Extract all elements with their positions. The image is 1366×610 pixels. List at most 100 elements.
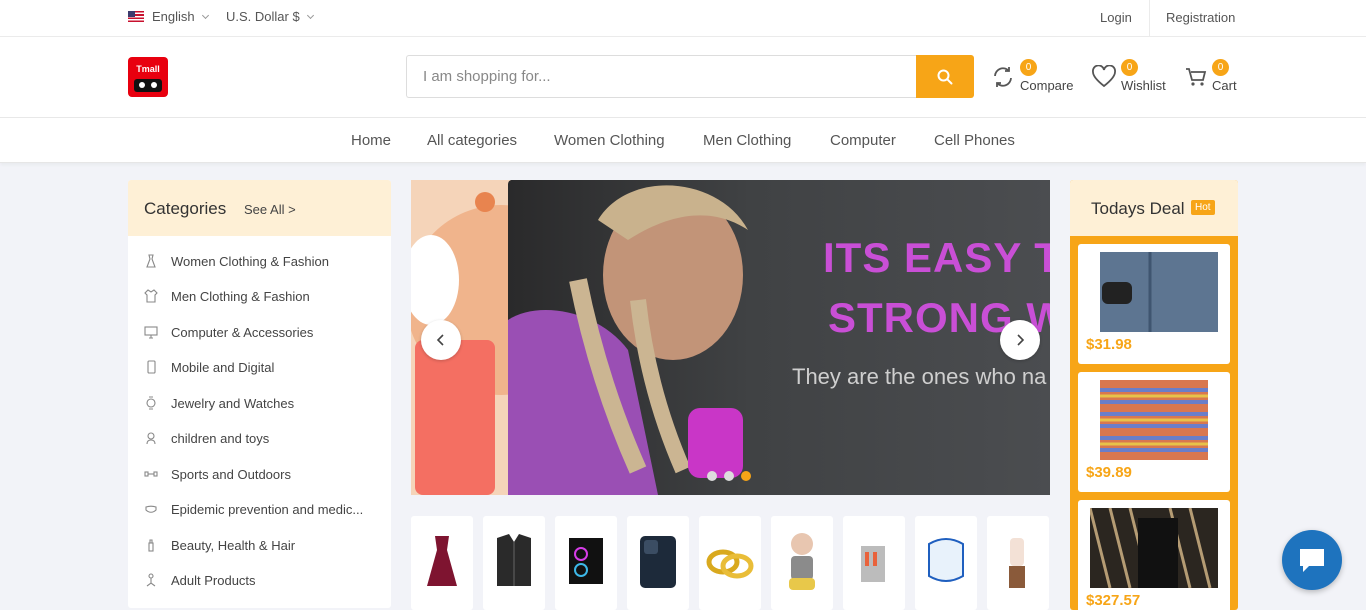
sports-icon (144, 471, 158, 477)
category-label: Jewelry and Watches (171, 396, 295, 411)
divider (1149, 0, 1150, 37)
registration-link[interactable]: Registration (1166, 10, 1235, 25)
nav-computer[interactable]: Computer (830, 132, 896, 149)
search-input[interactable] (407, 56, 916, 97)
knit-sweater-image (1100, 380, 1208, 460)
product-thumbnail[interactable] (555, 516, 617, 610)
nav-men-clothing[interactable]: Men Clothing (703, 132, 791, 149)
gold-rings-image (706, 549, 754, 579)
currency-label: U.S. Dollar $ (226, 9, 300, 24)
mask-icon (145, 505, 157, 513)
category-label: Sports and Outdoors (171, 467, 291, 482)
compare-icon (994, 67, 1012, 87)
phone-icon (147, 360, 156, 374)
search-icon (937, 69, 953, 84)
monitor-icon (144, 326, 158, 339)
gaming-pc-image (569, 538, 603, 584)
product-thumbnail[interactable] (627, 516, 689, 610)
work-gloves-image (861, 546, 885, 582)
deal-price: $31.98 (1086, 336, 1132, 353)
lipstick-image (1009, 538, 1025, 588)
cart-button[interactable]: 0 Cart (1185, 59, 1245, 93)
blazer-image (497, 534, 531, 586)
see-all-link[interactable]: See All > (244, 202, 296, 217)
product-thumbnail[interactable] (699, 516, 761, 610)
category-jewelry[interactable]: Jewelry and Watches (128, 388, 391, 418)
deal-item[interactable]: $31.98 (1078, 244, 1230, 364)
product-thumbnail[interactable] (411, 516, 473, 610)
category-beauty[interactable]: Beauty, Health & Hair (128, 530, 391, 560)
sequin-jacket-image (1090, 508, 1218, 588)
header: Tmall 0 Compare 0 Wishlist 0 Cart (0, 37, 1366, 118)
todays-deal-title: Todays Deal (1091, 199, 1185, 218)
product-thumbnail[interactable] (843, 516, 905, 610)
shirt-icon (144, 289, 158, 303)
us-flag-icon (128, 11, 144, 22)
denim-jacket-image (1090, 252, 1218, 332)
category-label: Mobile and Digital (171, 360, 275, 375)
category-mobile[interactable]: Mobile and Digital (128, 352, 391, 382)
live-chat-button[interactable] (1282, 530, 1342, 590)
hero-slider: ITS EASY TO STRONG W They are the ones w… (411, 180, 1050, 495)
slider-dot-3-active[interactable] (741, 471, 751, 481)
category-children-toys[interactable]: children and toys (128, 423, 391, 453)
wishlist-button[interactable]: 0 Wishlist (1091, 59, 1171, 93)
category-adult[interactable]: Adult Products (128, 565, 391, 595)
baby-doll-image (789, 533, 815, 590)
site-logo[interactable]: Tmall (128, 57, 168, 97)
cart-label: Cart (1212, 78, 1237, 93)
product-thumbnail[interactable] (987, 516, 1049, 610)
search-button[interactable] (916, 55, 974, 98)
login-link[interactable]: Login (1100, 10, 1132, 25)
chevron-left-icon (436, 334, 444, 346)
category-label: Adult Products (171, 573, 256, 588)
face-shield-image (928, 538, 964, 582)
wishlist-label: Wishlist (1121, 78, 1166, 93)
category-sports[interactable]: Sports and Outdoors (128, 459, 391, 489)
nav-all-categories[interactable]: All categories (427, 132, 517, 149)
compare-button[interactable]: 0 Compare (991, 59, 1081, 93)
categories-header: Categories See All > (128, 180, 391, 236)
slide-headline-1: ITS EASY TO (823, 234, 1050, 281)
category-label: Women Clothing & Fashion (171, 254, 330, 269)
category-men-clothing[interactable]: Men Clothing & Fashion (128, 281, 391, 311)
category-epidemic[interactable]: Epidemic prevention and medic... (128, 494, 391, 524)
chat-bubble-icon (1300, 549, 1324, 572)
category-label: Men Clothing & Fashion (171, 289, 310, 304)
top-bar: English U.S. Dollar $ Login Registration (0, 0, 1366, 37)
deal-item[interactable]: $327.57 (1078, 500, 1230, 610)
currency-selector[interactable]: U.S. Dollar $ (226, 9, 314, 24)
slider-prev-button[interactable] (421, 320, 461, 360)
category-label: Beauty, Health & Hair (171, 538, 296, 553)
compare-count-badge: 0 (1020, 59, 1037, 76)
compare-label: Compare (1020, 78, 1074, 93)
deal-price: $39.89 (1086, 464, 1132, 481)
nav-cell-phones[interactable]: Cell Phones (934, 132, 1015, 149)
smartphone-image (640, 536, 676, 588)
todays-deal-panel: Todays Deal Hot $31.98 $39.89 $327.57 (1070, 180, 1238, 610)
main-nav: Home All categories Women Clothing Men C… (0, 118, 1366, 163)
todays-deal-header: Todays Deal Hot (1070, 180, 1238, 236)
product-thumbnail[interactable] (483, 516, 545, 610)
cart-count-badge: 0 (1212, 59, 1229, 76)
slider-next-button[interactable] (1000, 320, 1040, 360)
slider-dot-2[interactable] (724, 471, 734, 481)
category-women-clothing[interactable]: Women Clothing & Fashion (128, 246, 391, 276)
product-thumbnail[interactable] (915, 516, 977, 610)
language-selector[interactable]: English (128, 9, 209, 24)
logo-text: Tmall (136, 64, 160, 74)
slider-dot-1[interactable] (707, 471, 717, 481)
active-slide[interactable]: ITS EASY TO STRONG W They are the ones w… (508, 180, 1050, 495)
nav-home[interactable]: Home (351, 132, 391, 149)
woman-dumbbell-image (508, 185, 748, 495)
deal-item[interactable]: $39.89 (1078, 372, 1230, 492)
chevron-down-icon (306, 11, 314, 19)
toy-icon (146, 432, 156, 445)
category-label: Computer & Accessories (171, 325, 314, 340)
nav-women-clothing[interactable]: Women Clothing (554, 132, 665, 149)
wishlist-count-badge: 0 (1121, 59, 1138, 76)
adult-icon (146, 573, 156, 587)
product-thumbnail[interactable] (771, 516, 833, 610)
red-dress-image (427, 536, 457, 586)
category-computer[interactable]: Computer & Accessories (128, 317, 391, 347)
